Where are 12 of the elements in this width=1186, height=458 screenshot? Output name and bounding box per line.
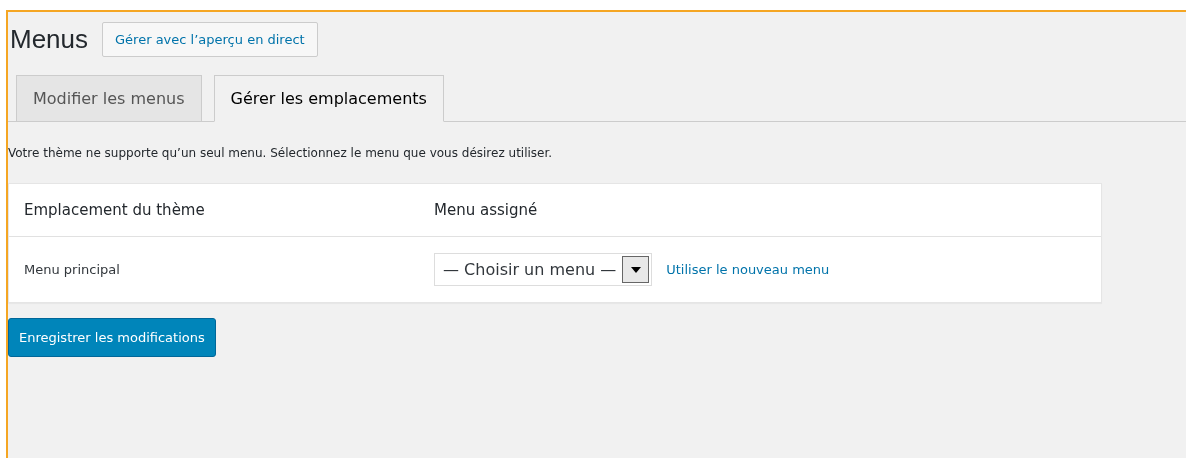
live-preview-button[interactable]: Gérer avec l’aperçu en direct [102,22,318,57]
location-cell-text: Menu principal [24,262,121,277]
save-button[interactable]: Enregistrer les modifications [8,318,216,357]
page-title: Menus [10,24,89,55]
column-header: Emplacement du thème [24,201,206,219]
use-new-menu-link[interactable]: Utiliser le nouveau menu [666,262,830,277]
column-header: Menu assigné [434,201,539,219]
tab[interactable]: Modifier les menus [16,75,202,122]
menu-select[interactable]: — Choisir un menu — [434,253,653,286]
notice-text: Votre thème ne supporte qu’un seul menu. Sélectionnez le menu que vous désirez utiliser. [8,146,554,160]
tab[interactable]: Gérer les emplacements [213,75,444,122]
dropdown-icon [622,256,650,283]
